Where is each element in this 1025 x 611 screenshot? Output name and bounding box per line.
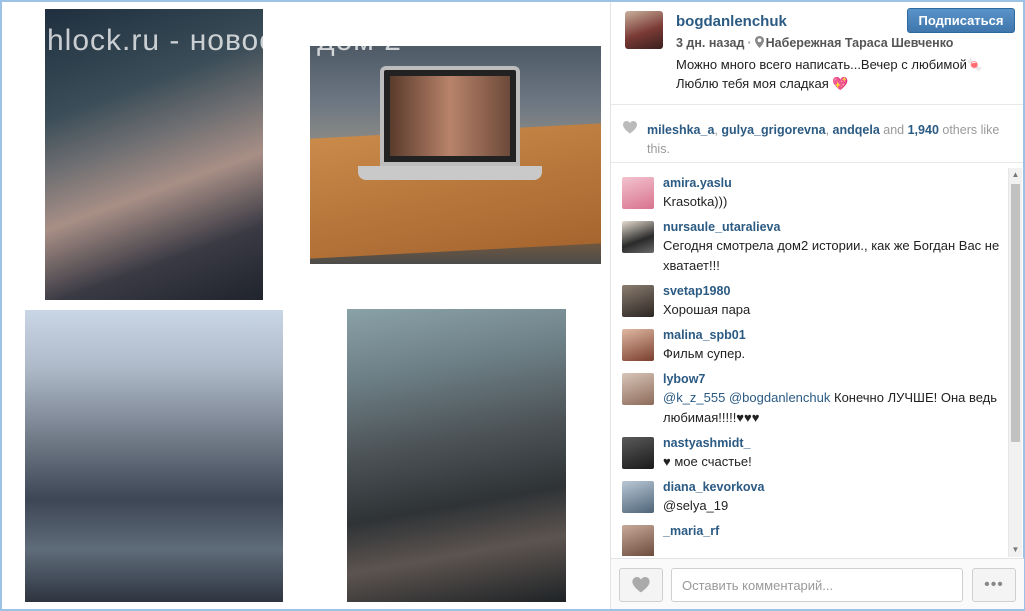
comment-item: malina_spb01 Фильм супер. — [611, 327, 1024, 364]
comment-item: lybow7 @k_z_555 @bogdanlenchuk Конечно Л… — [611, 371, 1024, 428]
location-pin-icon — [754, 36, 764, 48]
commenter-avatar[interactable] — [622, 177, 654, 209]
post-caption: Можно много всего написать...Вечер с люб… — [676, 57, 984, 91]
scroll-up-arrow-icon[interactable]: ▲ — [1009, 168, 1022, 182]
photo-trees — [25, 310, 283, 602]
comment-item: nursaule_utaralieva Сегодня смотрела дом… — [611, 219, 1024, 276]
comment-username[interactable]: nursaule_utaralieva — [663, 219, 1004, 236]
comment-username[interactable]: svetap1980 — [663, 283, 1004, 300]
like-button[interactable] — [619, 568, 663, 602]
comment-username[interactable]: _maria_rf — [663, 523, 1004, 540]
comment-input[interactable] — [671, 568, 963, 602]
comments-scrollbar[interactable]: ▲ ▼ — [1008, 168, 1022, 557]
comment-text: ♥ мое счастье! — [663, 454, 752, 469]
comment-item: _maria_rf — [611, 523, 1024, 556]
commenter-avatar[interactable] — [622, 373, 654, 405]
post-panel: bogdanlenchuk Подписаться 3 дн. назад · На… — [610, 2, 1024, 609]
comment-username[interactable]: malina_spb01 — [663, 327, 1004, 344]
meta-separator: · — [747, 36, 752, 50]
likes-text: mileshka_a, gulya_grigorevna, andqela an… — [647, 123, 1000, 156]
laptop-screen — [390, 76, 510, 156]
comment-username[interactable]: diana_kevorkova — [663, 479, 1004, 496]
laptop — [380, 66, 520, 166]
likes-section: mileshka_a, gulya_grigorevna, andqela an… — [611, 105, 1023, 163]
comment-text[interactable]: @selya_19 — [663, 496, 1004, 516]
liker-1[interactable]: mileshka_a — [647, 123, 714, 137]
laptop-base — [358, 166, 542, 180]
comment-username[interactable]: amira.yaslu — [663, 175, 1004, 192]
comment-username[interactable]: nastyashmidt_ — [663, 435, 1004, 452]
comment-mention[interactable]: @bogdanlenchuk — [729, 390, 830, 405]
commenter-avatar[interactable] — [622, 525, 654, 556]
liker-3[interactable]: andqela — [833, 123, 880, 137]
likes-count[interactable]: 1,940 — [908, 123, 939, 137]
comment-text: @k_z_555 @bogdanlenchuk Конечно ЛУЧШЕ! О… — [663, 388, 1004, 428]
liker-2[interactable]: gulya_grigorevna — [721, 123, 825, 137]
comment-item: amira.yaslu Krasotka))) — [611, 175, 1024, 212]
comment-footer: ••• — [611, 558, 1024, 609]
comment-text: Krasotka))) — [663, 194, 728, 209]
commenter-avatar[interactable] — [622, 437, 654, 469]
likes-and: and — [883, 123, 905, 137]
commenter-avatar[interactable] — [622, 329, 654, 361]
comment-mention[interactable]: @k_z_555 — [663, 390, 725, 405]
heart-icon — [632, 577, 650, 593]
commenter-avatar[interactable] — [622, 221, 654, 253]
owner-username[interactable]: bogdanlenchuk — [676, 13, 787, 30]
post-header: bogdanlenchuk Подписаться 3 дн. назад · На… — [611, 2, 1023, 105]
comment-text: Фильм супер. — [663, 346, 746, 361]
comment-username[interactable]: lybow7 — [663, 371, 1004, 388]
photo-couple-headphones — [347, 309, 566, 602]
watermark: hlock.ru - новости дом 2 — [47, 24, 402, 57]
comment-item: diana_kevorkova @selya_19 — [611, 479, 1024, 516]
post-time[interactable]: 3 дн. назад — [676, 36, 744, 50]
comment-item: nastyashmidt_ ♥ мое счастье! — [611, 435, 1024, 472]
comments-list[interactable]: amira.yaslu Krasotka))) nursaule_utarali… — [611, 168, 1024, 556]
more-options-button[interactable]: ••• — [972, 568, 1016, 602]
scroll-thumb[interactable] — [1011, 184, 1020, 442]
comment-item: svetap1980 Хорошая пара — [611, 283, 1024, 320]
owner-avatar[interactable] — [625, 11, 663, 49]
scroll-down-arrow-icon[interactable]: ▼ — [1009, 543, 1022, 557]
photo-laptop-table — [310, 46, 601, 264]
follow-button[interactable]: Подписаться — [907, 8, 1015, 33]
heart-icon — [623, 121, 637, 134]
comment-text: Сегодня смотрела дом2 истории., как же Б… — [663, 238, 1000, 273]
commenter-avatar[interactable] — [622, 481, 654, 513]
post-meta: 3 дн. назад · Набережная Тараса Шевченко — [676, 36, 953, 50]
commenter-avatar[interactable] — [622, 285, 654, 317]
photo-collage[interactable]: hlock.ru - новости дом 2 — [2, 2, 610, 609]
post-location[interactable]: Набережная Тараса Шевченко — [766, 36, 954, 50]
comment-text: Хорошая пара — [663, 302, 751, 317]
